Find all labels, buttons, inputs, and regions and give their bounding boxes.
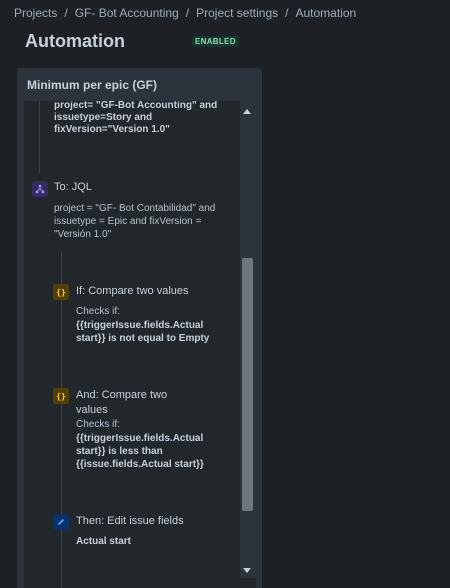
rule-steps-list[interactable]: project= "GF-Bot Accounting" and issuety…	[24, 101, 256, 588]
action-field: Actual start	[76, 536, 132, 547]
timeline-connector	[61, 251, 62, 588]
branch-jql: project = "GF- Bot Contabilidad" and	[54, 203, 216, 214]
breadcrumb-separator: /	[64, 6, 68, 20]
condition-expression: {{triggerIssue.fields.Actual	[76, 320, 204, 331]
breadcrumb-automation[interactable]: Automation	[296, 6, 357, 20]
condition-checks-label: Checks if:	[76, 419, 120, 430]
braces-icon: {}	[53, 284, 69, 300]
jql-text: project= "GF-Bot Accounting" and	[54, 101, 218, 111]
condition-expression: {{issue.fields.Actual start}}	[76, 459, 204, 470]
branch-icon	[32, 181, 48, 197]
breadcrumb-separator: /	[285, 6, 289, 20]
condition-expression: start}} is not equal to Empty	[76, 333, 210, 344]
branch-jql: "Versión 1.0"	[54, 229, 112, 240]
condition-checks-label: Checks if:	[76, 306, 120, 317]
breadcrumb-separator: /	[185, 6, 190, 20]
condition-title: If: Compare two values	[76, 285, 189, 297]
scroll-down-arrow-icon[interactable]	[243, 568, 251, 573]
jql-text: fixVersion="Version 1.0"	[54, 124, 170, 135]
jql-text: issuetype=Story and	[54, 112, 153, 123]
condition-expression: {{triggerIssue.fields.Actual	[76, 433, 204, 444]
breadcrumb-project-settings[interactable]: Project settings	[196, 6, 278, 20]
action-title: Then: Edit issue fields	[76, 515, 184, 527]
condition-title: values	[76, 404, 108, 416]
condition-expression: start}} is less than	[76, 446, 163, 457]
branch-title: To: JQL	[54, 181, 92, 193]
branch-jql: issuetype = Epic and fixVersion =	[54, 216, 202, 227]
rule-name: Minimum per epic (GF)	[27, 78, 158, 92]
page-title: Automation	[25, 31, 125, 51]
pencil-icon	[53, 514, 69, 530]
breadcrumb-projects[interactable]: Projects	[14, 6, 57, 20]
condition-title: And: Compare two	[76, 389, 168, 401]
rule-panel: Minimum per epic (GF) project= "GF-Bot A…	[17, 68, 262, 588]
breadcrumb: Projects / GF- Bot Accounting / Project sett…	[14, 6, 356, 20]
scrollbar[interactable]	[240, 101, 256, 578]
breadcrumb-project[interactable]: GF- Bot Accounting	[75, 6, 179, 20]
scrollbar-thumb[interactable]	[242, 258, 253, 511]
braces-icon: {}	[53, 388, 69, 404]
status-badge: ENABLED	[192, 36, 239, 47]
timeline-connector	[39, 101, 40, 173]
scroll-up-arrow-icon[interactable]	[243, 109, 251, 114]
